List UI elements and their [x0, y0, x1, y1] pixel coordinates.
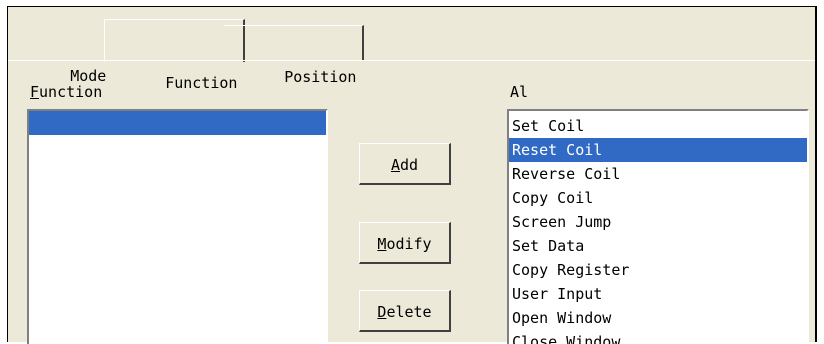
tab-position[interactable]: Position	[224, 25, 365, 86]
function-list-label: Function	[30, 83, 103, 101]
action-list-item[interactable]: Copy Coil	[509, 186, 807, 210]
tab-function-label: Function	[165, 74, 238, 92]
action-list-item[interactable]: Reset Coil	[509, 138, 807, 162]
add-button[interactable]: Add	[359, 143, 451, 185]
tab-mode[interactable]: Mode	[10, 25, 112, 85]
tab-position-label: Position	[284, 68, 357, 86]
action-listbox[interactable]: Set Coil Reset Coil Reverse Coil Copy Coil S…	[507, 109, 809, 344]
window-border-right	[815, 6, 817, 342]
function-listbox[interactable]: Reset CoilPSB303	[27, 109, 328, 344]
action-list-item[interactable]: Copy Register	[509, 258, 807, 282]
tab-strip: Mode Function Position	[8, 7, 815, 92]
action-list-item[interactable]: Set Coil	[509, 114, 807, 138]
action-list-item[interactable]: User Input	[509, 282, 807, 306]
action-list-item[interactable]: Screen Jump	[509, 210, 807, 234]
tab-baseline	[8, 60, 815, 61]
modify-button[interactable]: Modify	[359, 222, 451, 264]
function-list-item[interactable]: Reset CoilPSB303	[29, 111, 326, 156]
action-list-item[interactable]: Reverse Coil	[509, 162, 807, 186]
action-list-label: Al	[510, 83, 529, 101]
function-dialog: Mode Function Position Function Reset Co…	[8, 7, 815, 344]
action-items: Set Coil Reset Coil Reverse Coil Copy Coil S…	[509, 111, 807, 344]
action-list-item[interactable]: Open Window	[509, 306, 807, 330]
action-list-item[interactable]: Set Data	[509, 234, 807, 258]
delete-button[interactable]: Delete	[359, 290, 451, 332]
